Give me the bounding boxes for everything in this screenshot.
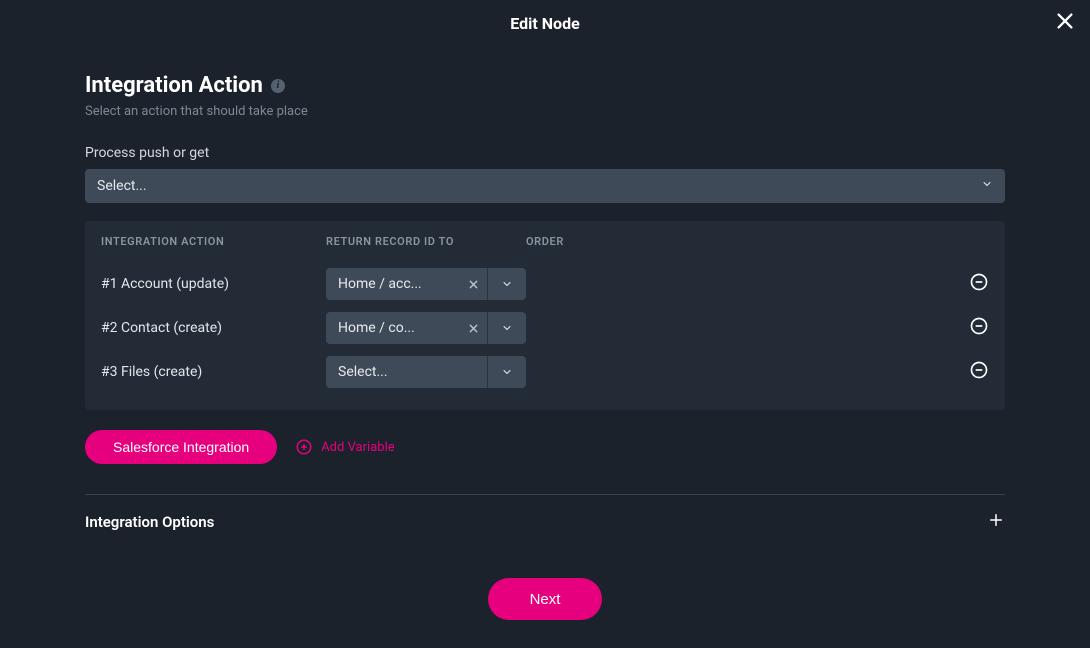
table-row: #3 Files (create) Select...: [101, 350, 989, 394]
table-row: #1 Account (update) Home / acc...: [101, 262, 989, 306]
remove-row-button[interactable]: [963, 316, 989, 340]
remove-row-button[interactable]: [963, 360, 989, 384]
add-variable-button[interactable]: Add Variable: [295, 438, 394, 456]
section-title: Integration Action: [85, 73, 263, 98]
add-variable-label: Add Variable: [321, 440, 394, 455]
row-action-label: #2 Contact (create): [101, 320, 326, 336]
process-field-label: Process push or get: [85, 145, 1005, 161]
minus-circle-icon: [969, 272, 989, 296]
info-icon[interactable]: i: [271, 79, 285, 93]
integration-options-title: Integration Options: [85, 513, 214, 531]
return-select[interactable]: Home / co...: [326, 312, 526, 344]
remove-row-button[interactable]: [963, 272, 989, 296]
modal-title: Edit Node: [0, 0, 1090, 33]
row-action-label: #1 Account (update): [101, 276, 326, 292]
section-subtitle: Select an action that should take place: [85, 104, 1005, 119]
plus-circle-icon: [295, 438, 313, 456]
next-button[interactable]: Next: [488, 578, 603, 620]
plus-icon: [987, 514, 1005, 533]
process-select-placeholder: Select...: [97, 178, 147, 194]
return-select-value: Select...: [326, 364, 487, 380]
return-select-value: Home / acc...: [326, 276, 459, 292]
return-select-value: Home / co...: [326, 320, 459, 336]
chevron-down-icon[interactable]: [488, 322, 526, 334]
minus-circle-icon: [969, 316, 989, 340]
chevron-down-icon[interactable]: [488, 278, 526, 290]
clear-icon[interactable]: [459, 279, 487, 290]
minus-circle-icon: [969, 360, 989, 384]
clear-icon[interactable]: [459, 323, 487, 334]
col-header-order: ORDER: [526, 235, 989, 248]
salesforce-integration-button[interactable]: Salesforce Integration: [85, 430, 277, 464]
close-button[interactable]: [1054, 10, 1076, 36]
return-select[interactable]: Select...: [326, 356, 526, 388]
expand-options-button[interactable]: [987, 511, 1005, 533]
col-header-return: RETURN RECORD ID TO: [326, 235, 526, 248]
col-header-action: INTEGRATION ACTION: [101, 235, 326, 248]
integration-table: INTEGRATION ACTION RETURN RECORD ID TO O…: [85, 221, 1005, 410]
row-action-label: #3 Files (create): [101, 364, 326, 380]
return-select[interactable]: Home / acc...: [326, 268, 526, 300]
table-row: #2 Contact (create) Home / co...: [101, 306, 989, 350]
chevron-down-icon[interactable]: [488, 366, 526, 378]
chevron-down-icon: [981, 178, 993, 194]
close-icon: [1054, 17, 1076, 36]
process-select[interactable]: Select...: [85, 169, 1005, 203]
